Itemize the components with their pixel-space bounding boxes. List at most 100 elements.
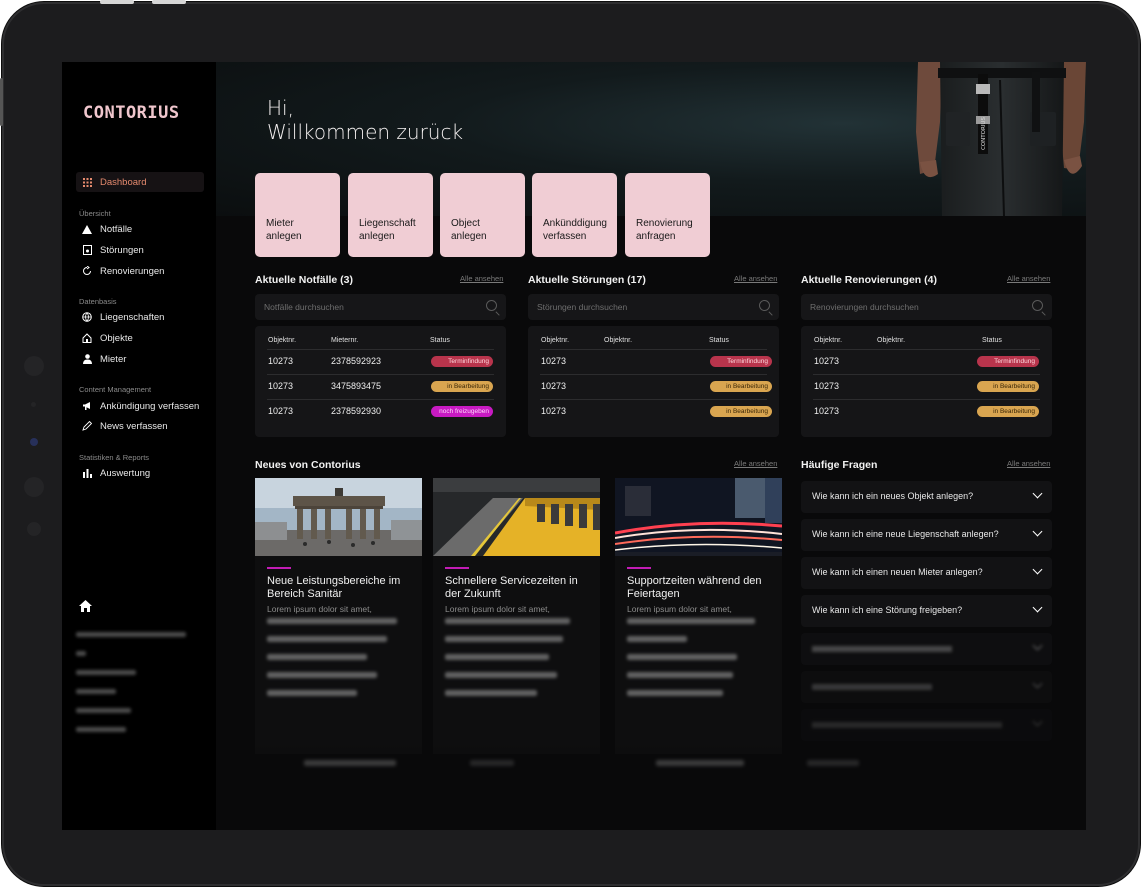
sidebar-item-dashboard[interactable]: Dashboard [82, 175, 146, 189]
search-icon [759, 300, 770, 311]
faq-item[interactable]: Wie kann ich eine Störung freigeben? [801, 595, 1052, 627]
see-all-link[interactable]: Alle ansehen [1007, 274, 1050, 283]
news-title: Neue Leistungsbereiche im Bereich Sanitä… [267, 575, 401, 600]
sidebar-item-liegenschaften[interactable]: Liegenschaften [82, 310, 164, 324]
news-accent-bar [267, 567, 291, 569]
column-header: Objektnr. [268, 337, 297, 344]
chevron-down-icon [1032, 488, 1043, 499]
status-badge: in Bearbeitung [977, 381, 1039, 392]
status-badge: Terminfindung [710, 356, 772, 367]
faq-question: Wie kann ich ein neues Objekt anlegen? [812, 491, 974, 501]
action-object-anlegen[interactable]: Object anlegen [440, 173, 525, 257]
action-mieter-anlegen[interactable]: Mieter anlegen [255, 173, 340, 257]
blurred-text [267, 618, 407, 708]
sidebar-item-label: Dashboard [100, 176, 147, 188]
faq-section-title: Häufige Fragen [801, 459, 878, 471]
news-card[interactable]: Neue Leistungsbereiche im Bereich Sanitä… [255, 478, 422, 754]
sidebar-item-label: Störungen [100, 244, 144, 256]
panel-title-stoerungen: Aktuelle Störungen (17) [528, 274, 646, 286]
faq-item[interactable]: Wie kann ich ein neues Objekt anlegen? [801, 481, 1052, 513]
search-icon [1032, 300, 1043, 311]
bottom-fade-overlay [216, 742, 1086, 830]
column-header: Objektnr. [541, 337, 570, 344]
sidebar-item-label: Objekte [100, 332, 133, 344]
row-divider [267, 399, 494, 400]
news-card[interactable]: Schnellere Servicezeiten in der Zukunft … [433, 478, 600, 754]
row-divider [813, 399, 1040, 400]
sidebar-item-label: Notfälle [100, 223, 133, 235]
table-cell: 10273 [268, 381, 294, 391]
action-label-line2: anlegen [451, 231, 487, 242]
chevron-down-icon [1032, 602, 1043, 613]
action-renovierung-anfragen[interactable]: Renovierung anfragen [625, 173, 710, 257]
bar-chart-icon [82, 468, 92, 478]
home-icon[interactable] [79, 600, 92, 616]
action-ankuendigung-verfassen[interactable]: Ankünddigung verfassen [532, 173, 617, 257]
news-accent-bar [445, 567, 469, 569]
blurred-text [812, 646, 952, 652]
search-input-notfaelle[interactable]: Notfälle durchsuchen [255, 294, 506, 320]
sidebar-item-stoerungen[interactable]: Störungen [82, 243, 144, 257]
faq-item[interactable]: Wie kann ich eine neue Liegenschaft anle… [801, 519, 1052, 551]
sidebar-item-label: Mieter [100, 353, 127, 365]
globe-icon [82, 312, 92, 322]
sidebar-item-label: Auswertung [100, 467, 151, 479]
faq-question: Wie kann ich einen neuen Mieter anlegen? [812, 567, 983, 577]
sidebar-item-label: Liegenschaften [100, 311, 165, 323]
chevron-down-icon [1032, 716, 1043, 727]
see-all-link[interactable]: Alle ansehen [734, 274, 777, 283]
action-liegenschaft-anlegen[interactable]: Liegenschaft anlegen [348, 173, 433, 257]
chevron-down-icon [1032, 526, 1043, 537]
status-badge: in Bearbeitung [977, 406, 1039, 417]
status-badge: Terminfindung [977, 356, 1039, 367]
blurred-text [445, 618, 585, 708]
search-input-renovierungen[interactable]: Renovierungen durchsuchen [801, 294, 1052, 320]
column-header: Objektnr. [604, 337, 633, 344]
faq-item-blurred [801, 709, 1052, 741]
table-cell: 10273 [541, 406, 567, 416]
table-cell: 10273 [268, 356, 294, 366]
table-cell: 10273 [268, 406, 294, 416]
sidebar: CONTORIUS Dashboard Übersicht Notfälle S… [62, 62, 216, 830]
action-label-line2: anlegen [266, 231, 302, 242]
person-icon [82, 354, 92, 364]
table-cell: 10273 [814, 356, 840, 366]
faq-question: Wie kann ich eine Störung freigeben? [812, 605, 963, 615]
sidebar-item-news[interactable]: News verfassen [82, 419, 168, 433]
sidebar-item-objekte[interactable]: Objekte [82, 331, 133, 345]
row-divider [813, 374, 1040, 375]
row-divider [540, 349, 767, 350]
news-card[interactable]: Supportzeiten während den Feiertagen Lor… [615, 478, 782, 754]
camera [31, 402, 36, 407]
blurred-text [304, 760, 396, 766]
blurred-text [656, 760, 744, 766]
search-icon [486, 300, 497, 311]
search-input-stoerungen[interactable]: Störungen durchsuchen [528, 294, 779, 320]
sidebar-item-mieter[interactable]: Mieter [82, 352, 126, 366]
blurred-text [627, 618, 767, 708]
see-all-link[interactable]: Alle ansehen [460, 274, 503, 283]
chevron-down-icon [1032, 678, 1043, 689]
column-header: Mieternr. [331, 337, 359, 344]
search-placeholder: Störungen durchsuchen [537, 302, 628, 312]
blurred-text [812, 722, 1002, 728]
sidebar-item-ankuendigung[interactable]: Ankündigung verfassen [82, 399, 199, 413]
sidebar-item-renovierungen[interactable]: Renovierungen [82, 264, 164, 278]
row-divider [540, 399, 767, 400]
sidebar-item-notfaelle[interactable]: Notfälle [82, 222, 132, 236]
sidebar-item-auswertung[interactable]: Auswertung [82, 466, 150, 480]
worker-figure-image: CONTORIUS [916, 62, 1086, 216]
greeting-line2: Willkommen zurück [267, 120, 464, 144]
action-label-line2: anfragen [636, 231, 676, 242]
blurred-text [470, 760, 514, 766]
see-all-link[interactable]: Alle ansehen [734, 459, 777, 468]
section-label-datenbasis: Datenbasis [79, 297, 117, 306]
section-label-overview: Übersicht [79, 209, 111, 218]
faq-item[interactable]: Wie kann ich einen neuen Mieter anlegen? [801, 557, 1052, 589]
see-all-link[interactable]: Alle ansehen [1007, 459, 1050, 468]
news-section-title: Neues von Contorius [255, 459, 361, 471]
app-screen: CONTORIUS Hi, Willkommen zurück CONTORIU… [62, 62, 1086, 830]
row-divider [267, 349, 494, 350]
pencil-icon [82, 421, 92, 431]
status-badge: in Bearbeitung [710, 381, 772, 392]
